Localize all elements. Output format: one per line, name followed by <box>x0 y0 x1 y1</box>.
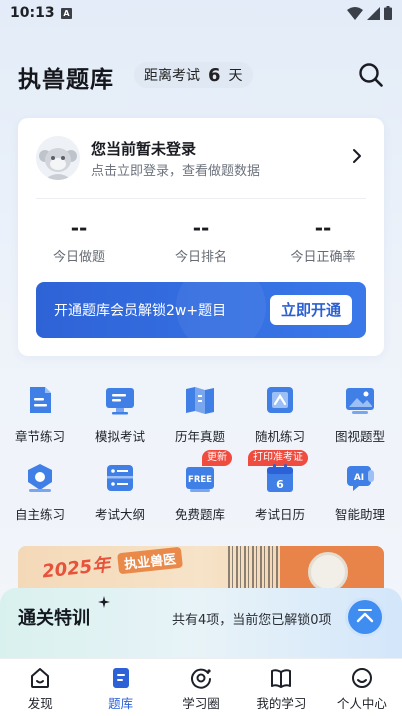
training-info: 共有4项，当前您已解锁0项 <box>172 613 332 628</box>
grid-item-past-papers[interactable]: 历年真题 <box>160 384 240 446</box>
profile-icon <box>351 668 372 688</box>
question-bank-icon <box>112 668 129 688</box>
grid-item-mock-exam[interactable]: 模拟考试 <box>80 384 160 446</box>
divider <box>36 198 366 199</box>
sim-icon: A <box>61 8 72 19</box>
training-panel[interactable]: 通关特训 共有4项，当前您已解锁0项 <box>0 588 402 658</box>
grid-item-image-questions[interactable]: 图视题型 <box>320 384 400 446</box>
avatar <box>36 136 80 180</box>
feature-grid: 章节练习 模拟考试 历年真题 随机练习 图视题型 自主练习 考试大纲 更新 FR… <box>0 384 402 524</box>
expand-up-icon[interactable] <box>348 600 382 634</box>
grid-item-label: 考试大纲 <box>94 507 145 522</box>
login-subtitle: 点击立即登录，查看做题数据 <box>91 164 261 179</box>
login-title: 您当前暂未登录 <box>91 140 197 158</box>
calendar-icon-text: 6 <box>276 478 284 491</box>
exam-calendar-icon: 6 <box>267 464 293 492</box>
signal-icon <box>367 6 380 20</box>
status-time: 10:13 <box>10 5 55 21</box>
wifi-icon <box>347 6 363 20</box>
training-title: 通关特训 <box>18 608 90 629</box>
login-prompt[interactable]: 您当前暂未登录 点击立即登录，查看做题数据 <box>36 136 366 182</box>
grid-item-exam-calendar[interactable]: 打印准考证 6 考试日历 <box>240 450 320 524</box>
grid-item-ai-assistant[interactable]: AI 智能助理 <box>320 462 400 524</box>
grid-item-random-practice[interactable]: 随机练习 <box>240 384 320 446</box>
countdown-unit: 天 <box>228 68 243 84</box>
image-questions-icon <box>346 388 374 414</box>
grid-item-label: 图视题型 <box>334 429 385 444</box>
nav-item-question-bank[interactable]: 题库 <box>80 659 160 716</box>
nav-item-my-study[interactable]: 我的学习 <box>241 659 321 716</box>
grid-item-chapter-practice[interactable]: 章节练习 <box>0 384 80 446</box>
discover-icon <box>31 668 50 688</box>
open-vip-button[interactable]: 立即开通 <box>270 295 352 325</box>
countdown-prefix: 距离考试 <box>144 68 200 84</box>
free-icon-text: FREE <box>188 475 212 485</box>
free-bank-icon: FREE <box>186 467 214 492</box>
grid-item-label: 章节练习 <box>14 429 65 444</box>
stat-value: -- <box>70 216 88 240</box>
chevron-right-icon[interactable] <box>350 148 364 164</box>
vip-banner[interactable]: 开通题库会员解锁2w+题目 立即开通 <box>36 282 366 338</box>
nav-label: 个人中心 <box>336 696 387 711</box>
grid-item-label: 智能助理 <box>334 507 385 522</box>
grid-item-label: 自主练习 <box>14 507 65 522</box>
nav-label: 学习圈 <box>182 696 220 711</box>
stat-today-questions: -- 今日做题 <box>18 216 140 266</box>
stat-today-rank: -- 今日排名 <box>140 216 262 266</box>
grid-item-exam-syllabus[interactable]: 考试大纲 <box>80 462 160 524</box>
countdown-days: 6 <box>208 64 221 86</box>
chapter-practice-icon <box>30 387 51 413</box>
disc-graphic <box>308 552 348 592</box>
default-avatar-icon <box>36 136 80 180</box>
nav-item-study-circle[interactable]: 学习圈 <box>161 659 241 716</box>
stat-label: 今日排名 <box>174 250 227 265</box>
sparkle-icon <box>98 596 110 608</box>
grid-item-label: 免费题库 <box>174 507 225 522</box>
nav-label: 题库 <box>108 696 134 711</box>
nav-label: 我的学习 <box>256 696 307 711</box>
user-summary-card: 您当前暂未登录 点击立即登录，查看做题数据 -- 今日做题 -- 今日排名 --… <box>18 118 384 356</box>
stat-today-accuracy: -- 今日正确率 <box>262 216 384 266</box>
battery-icon <box>384 6 392 20</box>
past-papers-icon <box>186 387 214 414</box>
self-practice-icon <box>28 464 52 492</box>
nav-item-profile[interactable]: 个人中心 <box>322 659 402 716</box>
vip-text: 开通题库会员解锁2w+题目 <box>54 303 227 319</box>
bottom-nav: 发现 题库 学习圈 我的学习 个人中心 <box>0 658 402 716</box>
page-header: 执兽题库 距离考试 6 天 <box>18 58 384 94</box>
stat-label: 今日做题 <box>52 250 105 265</box>
mock-exam-icon <box>106 388 134 415</box>
banner-tag: 执业兽医 <box>117 546 183 575</box>
stat-value: -- <box>192 216 210 240</box>
grid-item-label: 历年真题 <box>174 429 225 444</box>
grid-item-label: 随机练习 <box>254 429 305 444</box>
grid-item-label: 考试日历 <box>254 507 305 522</box>
search-icon[interactable] <box>358 62 384 88</box>
stat-value: -- <box>314 216 332 240</box>
grid-item-self-practice[interactable]: 自主练习 <box>0 462 80 524</box>
ai-icon-text: AI <box>354 473 364 483</box>
grid-item-free-bank[interactable]: 更新 FREE 免费题库 <box>160 450 240 524</box>
banner-year: 2025年 <box>41 554 112 583</box>
my-study-icon <box>271 669 292 688</box>
exam-countdown[interactable]: 距离考试 6 天 <box>134 62 253 88</box>
grid-item-label: 模拟考试 <box>94 429 145 444</box>
page-title: 执兽题库 <box>18 67 114 93</box>
nav-item-discover[interactable]: 发现 <box>0 659 80 716</box>
ai-assistant-icon: AI <box>347 466 374 491</box>
study-circle-icon <box>191 668 212 689</box>
today-stats: -- 今日做题 -- 今日排名 -- 今日正确率 <box>18 216 384 266</box>
status-bar: 10:13 A <box>0 0 402 28</box>
exam-syllabus-icon <box>107 465 133 491</box>
random-practice-icon <box>267 387 293 413</box>
nav-label: 发现 <box>27 696 53 711</box>
status-icons <box>347 6 392 20</box>
stat-label: 今日正确率 <box>290 250 356 265</box>
